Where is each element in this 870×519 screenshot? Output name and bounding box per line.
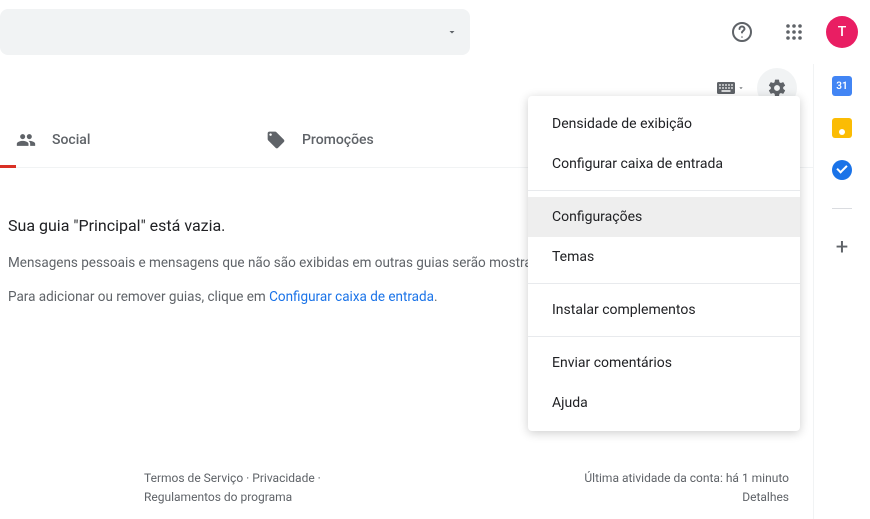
- configure-inbox-link[interactable]: Configurar caixa de entrada: [269, 289, 434, 305]
- active-tab-indicator: [0, 165, 16, 168]
- menu-separator: [528, 336, 800, 337]
- menu-settings[interactable]: Configurações: [528, 197, 800, 237]
- settings-menu: Densidade de exibição Configurar caixa d…: [528, 96, 800, 431]
- add-addon-icon[interactable]: +: [836, 237, 848, 259]
- tab-promotions[interactable]: Promoções: [250, 112, 500, 167]
- terms-link[interactable]: Termos de Serviço: [144, 471, 243, 485]
- menu-density[interactable]: Densidade de exibição: [528, 104, 800, 144]
- avatar[interactable]: T: [826, 16, 858, 48]
- tab-label: Social: [52, 132, 90, 148]
- keep-icon[interactable]: [832, 118, 852, 138]
- menu-configure-inbox[interactable]: Configurar caixa de entrada: [528, 144, 800, 184]
- calendar-icon[interactable]: [832, 76, 852, 96]
- input-tools-icon[interactable]: [717, 82, 745, 94]
- tab-label: Promoções: [302, 132, 374, 148]
- privacy-link[interactable]: Privacidade: [252, 471, 314, 485]
- people-icon: [16, 130, 36, 150]
- tab-social[interactable]: Social: [0, 112, 250, 167]
- side-separator: [832, 208, 852, 209]
- side-panel: +: [814, 64, 870, 519]
- tasks-icon[interactable]: [832, 160, 852, 180]
- menu-help[interactable]: Ajuda: [528, 383, 800, 423]
- menu-separator: [528, 283, 800, 284]
- tag-icon: [266, 130, 286, 150]
- menu-separator: [528, 190, 800, 191]
- menu-themes[interactable]: Temas: [528, 237, 800, 277]
- apps-grid-icon[interactable]: [774, 12, 814, 52]
- footer-left: Termos de Serviço · Privacidade · Regula…: [24, 469, 364, 507]
- footer-right: Última atividade da conta: há 1 minuto D…: [584, 469, 789, 507]
- search-box[interactable]: [0, 9, 470, 55]
- search-dropdown-icon[interactable]: [446, 26, 458, 38]
- details-link[interactable]: Detalhes: [742, 490, 789, 504]
- menu-addons[interactable]: Instalar complementos: [528, 290, 800, 330]
- help-icon[interactable]: [722, 12, 762, 52]
- last-activity-text: Última atividade da conta: há 1 minuto: [584, 471, 789, 485]
- menu-feedback[interactable]: Enviar comentários: [528, 343, 800, 383]
- program-policies-link[interactable]: Regulamentos do programa: [144, 490, 292, 504]
